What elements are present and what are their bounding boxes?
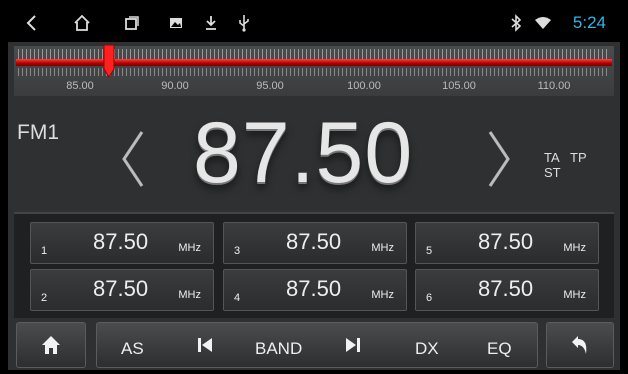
preset-button-3[interactable]: 3 87.50 MHz — [223, 222, 407, 264]
return-icon — [571, 335, 589, 360]
preset-frequency: 87.50 — [286, 229, 342, 254]
previous-icon[interactable] — [197, 337, 213, 358]
tuning-needle[interactable] — [103, 44, 115, 78]
preset-unit: MHz — [371, 289, 394, 301]
scale-label-95: 95.00 — [256, 80, 284, 92]
st-flag: ST — [544, 165, 561, 180]
radio-screen: 5:24 85.00 90.00 95.00 100.00 105.00 110… — [8, 4, 620, 370]
recent-apps-icon[interactable] — [122, 13, 142, 33]
preset-number: 2 — [41, 292, 48, 304]
preset-number: 1 — [41, 245, 48, 257]
home-button[interactable] — [16, 322, 86, 368]
preset-panel: 1 87.50 MHz 3 87.50 MHz 5 87.50 MHz 2 87… — [14, 212, 614, 318]
ta-flag: TA — [544, 150, 560, 165]
scale-label-85: 85.00 — [66, 80, 94, 92]
preset-button-5[interactable]: 5 87.50 MHz — [415, 222, 599, 264]
seek-up-icon[interactable] — [484, 128, 514, 190]
function-bar: AS BAND DX EQ — [96, 322, 538, 368]
clock: 5:24 — [572, 13, 606, 32]
preset-frequency: 87.50 — [478, 276, 534, 301]
home-icon — [41, 335, 61, 360]
rds-flags: TA TP ST — [544, 150, 620, 180]
as-button[interactable]: AS — [121, 339, 144, 359]
preset-unit: MHz — [563, 289, 586, 301]
preset-frequency: 87.50 — [286, 276, 342, 301]
usb-icon — [234, 13, 254, 33]
preset-frequency: 87.50 — [478, 229, 534, 254]
preset-button-4[interactable]: 4 87.50 MHz — [223, 269, 407, 311]
back-icon[interactable] — [22, 13, 42, 33]
preset-number: 3 — [234, 245, 241, 257]
preset-unit: MHz — [563, 242, 586, 254]
preset-number: 6 — [426, 292, 433, 304]
preset-button-2[interactable]: 2 87.50 MHz — [30, 269, 214, 311]
band-label: FM1 — [17, 121, 59, 144]
tuning-scale[interactable]: 85.00 90.00 95.00 100.00 105.00 110.00 — [14, 44, 614, 96]
scale-label-100: 100.00 — [347, 80, 381, 92]
preset-unit: MHz — [178, 242, 201, 254]
scale-label-105: 105.00 — [442, 80, 476, 92]
preset-number: 5 — [426, 245, 433, 257]
next-icon[interactable] — [345, 337, 361, 358]
dx-button[interactable]: DX — [415, 339, 439, 359]
image-icon — [166, 13, 186, 33]
preset-frequency: 87.50 — [93, 229, 149, 254]
scale-label-90: 90.00 — [161, 80, 189, 92]
preset-frequency: 87.50 — [93, 276, 149, 301]
bottom-toolbar: AS BAND DX EQ — [14, 320, 614, 370]
seek-down-icon[interactable] — [118, 128, 148, 190]
preset-number: 4 — [234, 292, 241, 304]
scale-label-110: 110.00 — [537, 80, 571, 92]
preset-unit: MHz — [371, 242, 394, 254]
status-bar: 5:24 — [8, 4, 620, 42]
tp-flag: TP — [570, 150, 587, 165]
eq-button[interactable]: EQ — [487, 339, 512, 359]
wifi-icon — [533, 13, 553, 33]
home-icon[interactable] — [72, 13, 92, 33]
preset-unit: MHz — [178, 289, 201, 301]
bluetooth-icon — [506, 13, 526, 33]
frequency-display: 87.50 — [193, 105, 414, 201]
band-button[interactable]: BAND — [255, 339, 302, 359]
return-button[interactable] — [546, 322, 614, 368]
preset-button-1[interactable]: 1 87.50 MHz — [30, 222, 214, 264]
preset-button-6[interactable]: 6 87.50 MHz — [415, 269, 599, 311]
download-icon — [201, 13, 221, 33]
